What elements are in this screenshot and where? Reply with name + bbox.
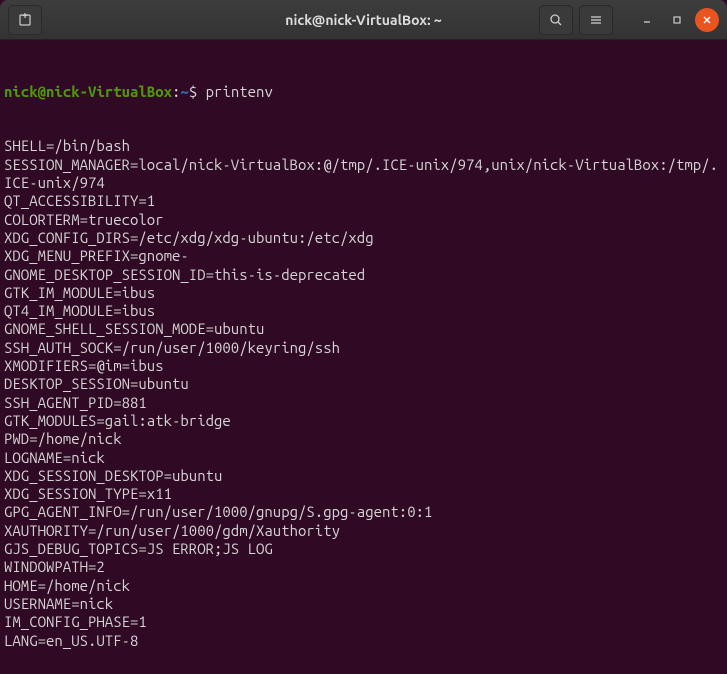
output-line: HOME=/home/nick — [4, 577, 723, 595]
output-line: SSH_AGENT_PID=881 — [4, 394, 723, 412]
output-line: USERNAME=nick — [4, 595, 723, 613]
output-line: XAUTHORITY=/run/user/1000/gdm/Xauthority — [4, 522, 723, 540]
output-line: XDG_SESSION_TYPE=x11 — [4, 485, 723, 503]
output-line: QT4_IM_MODULE=ibus — [4, 302, 723, 320]
titlebar-left — [8, 5, 42, 35]
titlebar: nick@nick-VirtualBox: ~ — [0, 0, 727, 40]
hamburger-icon — [589, 13, 603, 27]
output-line: SHELL=/bin/bash — [4, 137, 723, 155]
menu-button[interactable] — [579, 5, 613, 35]
output-line: GJS_DEBUG_TOPICS=JS ERROR;JS LOG — [4, 540, 723, 558]
output-line: GTK_IM_MODULE=ibus — [4, 284, 723, 302]
minimize-icon — [642, 15, 652, 25]
output-line: GTK_MODULES=gail:atk-bridge — [4, 412, 723, 430]
search-icon — [549, 13, 563, 27]
output-line: PWD=/home/nick — [4, 430, 723, 448]
prompt-path: ~ — [180, 83, 188, 100]
output-line: XDG_MENU_PREFIX=gnome- — [4, 247, 723, 265]
prompt-dollar: $ — [189, 83, 206, 100]
window-title: nick@nick-VirtualBox: ~ — [285, 12, 441, 28]
command-text: printenv — [206, 83, 273, 100]
output-line: GNOME_DESKTOP_SESSION_ID=this-is-depreca… — [4, 266, 723, 284]
output-line: XMODIFIERS=@im=ibus — [4, 357, 723, 375]
output-line: GNOME_SHELL_SESSION_MODE=ubuntu — [4, 320, 723, 338]
output-line: WINDOWPATH=2 — [4, 558, 723, 576]
maximize-button[interactable] — [665, 8, 689, 32]
minimize-button[interactable] — [635, 8, 659, 32]
prompt-line: nick@nick-VirtualBox:~$ printenv — [4, 83, 723, 101]
output-line: SSH_AUTH_SOCK=/run/user/1000/keyring/ssh — [4, 339, 723, 357]
output-line: GPG_AGENT_INFO=/run/user/1000/gnupg/S.gp… — [4, 503, 723, 521]
output-line: QT_ACCESSIBILITY=1 — [4, 192, 723, 210]
maximize-icon — [672, 15, 682, 25]
output-line: XDG_SESSION_DESKTOP=ubuntu — [4, 467, 723, 485]
output-line: LANG=en_US.UTF-8 — [4, 632, 723, 650]
new-tab-button[interactable] — [8, 5, 42, 35]
prompt-user: nick@nick-VirtualBox — [4, 83, 172, 100]
close-button[interactable] — [695, 8, 719, 32]
new-tab-icon — [17, 12, 33, 28]
output-line: SESSION_MANAGER=local/nick-VirtualBox:@/… — [4, 156, 723, 193]
titlebar-right — [539, 5, 719, 35]
output-line: DESKTOP_SESSION=ubuntu — [4, 375, 723, 393]
terminal-area[interactable]: nick@nick-VirtualBox:~$ printenv SHELL=/… — [0, 40, 727, 674]
terminal-output: SHELL=/bin/bashSESSION_MANAGER=local/nic… — [4, 137, 723, 649]
output-line: COLORTERM=truecolor — [4, 211, 723, 229]
close-icon — [702, 15, 712, 25]
output-line: XDG_CONFIG_DIRS=/etc/xdg/xdg-ubuntu:/etc… — [4, 229, 723, 247]
search-button[interactable] — [539, 5, 573, 35]
output-line: LOGNAME=nick — [4, 449, 723, 467]
output-line: IM_CONFIG_PHASE=1 — [4, 613, 723, 631]
